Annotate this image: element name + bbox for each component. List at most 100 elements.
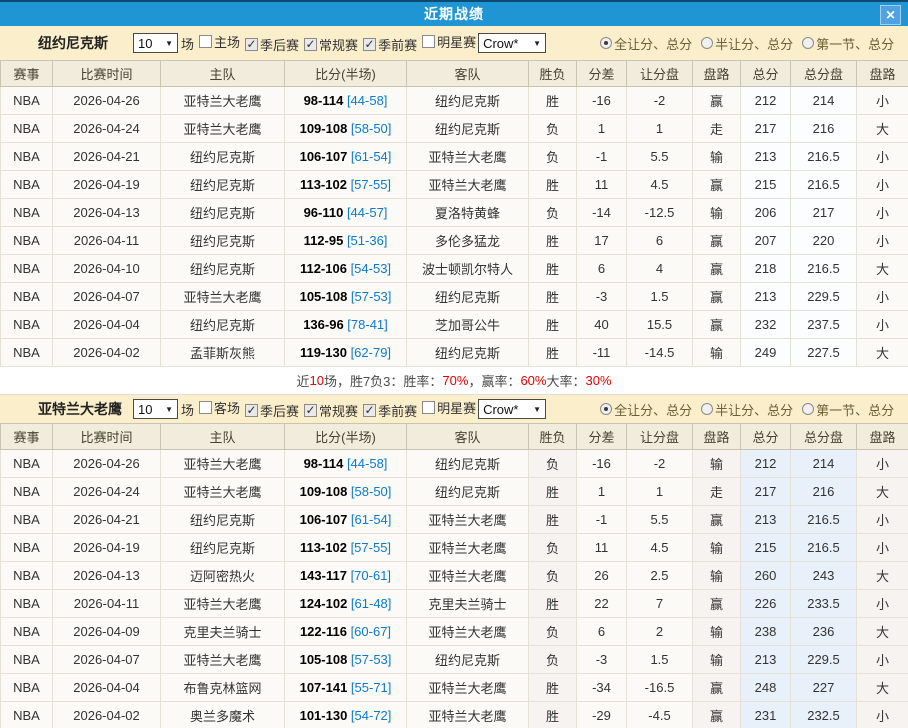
bookmaker-select[interactable]: Crow* ▼ [478, 399, 546, 419]
half-score: [57-55] [347, 540, 391, 555]
games-count-select[interactable]: 10 ▼ [133, 33, 178, 53]
column-header: 赛事 [1, 424, 53, 450]
away-team: 夏洛特黄蜂 [407, 199, 529, 227]
full-score: 98-114 [304, 93, 344, 108]
radio-label: 全让分、总分 [614, 34, 692, 53]
game-row: NBA2026-04-10纽约尼克斯112-106 [54-53]波士顿凯尔特人… [1, 255, 908, 283]
total-line: 216 [791, 115, 857, 143]
half-score: [44-57] [343, 205, 387, 220]
handicap-result: 赢 [693, 227, 741, 255]
over-under: 小 [857, 87, 908, 115]
point-diff: 22 [577, 590, 627, 618]
radio-button[interactable] [600, 403, 612, 415]
filter-checkbox[interactable]: ✓ [304, 38, 317, 51]
close-button[interactable]: × [880, 5, 901, 25]
column-header: 比赛时间 [53, 424, 161, 450]
radio-button[interactable] [701, 37, 713, 49]
radio-button[interactable] [600, 37, 612, 49]
handicap-result: 赢 [693, 590, 741, 618]
match-date: 2026-04-02 [53, 702, 161, 728]
radio-button[interactable] [701, 403, 713, 415]
away-team: 亚特兰大老鹰 [407, 171, 529, 199]
home-team: 纽约尼克斯 [161, 199, 285, 227]
handicap-line: -16.5 [627, 674, 693, 702]
game-row: NBA2026-04-24亚特兰大老鹰109-108 [58-50]纽约尼克斯胜… [1, 478, 908, 506]
radio-button[interactable] [802, 403, 814, 415]
match-date: 2026-04-10 [53, 255, 161, 283]
win-loss: 负 [529, 534, 577, 562]
table-header-row: 赛事比赛时间主队比分(半场)客队胜负分差让分盘盘路总分总分盘盘路 [1, 61, 908, 87]
filter-checkbox[interactable]: ✓ [245, 38, 258, 51]
away-team: 纽约尼克斯 [407, 283, 529, 311]
half-score: [57-55] [347, 177, 391, 192]
home-team: 纽约尼克斯 [161, 534, 285, 562]
filter-bar: 亚特兰大老鹰 10 ▼ 场 客场✓季后赛✓常规赛✓季前赛明星赛 Crow* ▼ … [0, 395, 908, 423]
filter-checkbox[interactable]: ✓ [363, 38, 376, 51]
filter-checkbox[interactable]: ✓ [304, 404, 317, 417]
point-diff: 26 [577, 562, 627, 590]
total-points: 212 [741, 450, 791, 478]
summary-segment: ，赢率： [468, 371, 520, 390]
match-score: 98-114 [44-58] [285, 450, 407, 478]
handicap-result: 输 [693, 143, 741, 171]
match-date: 2026-04-26 [53, 87, 161, 115]
home-team: 亚特兰大老鹰 [161, 115, 285, 143]
summary-segment: 10 [309, 373, 323, 388]
filter-checkbox[interactable] [199, 401, 212, 414]
match-league: NBA [1, 646, 53, 674]
point-diff: 6 [577, 255, 627, 283]
filter-checkbox[interactable] [199, 35, 212, 48]
match-score: 112-95 [51-36] [285, 227, 407, 255]
total-points: 213 [741, 506, 791, 534]
full-score: 122-116 [300, 624, 347, 639]
handicap-line: 1 [627, 115, 693, 143]
filter-checkbox[interactable] [422, 35, 435, 48]
win-loss: 负 [529, 450, 577, 478]
away-team: 波士顿凯尔特人 [407, 255, 529, 283]
games-count-select[interactable]: 10 ▼ [133, 399, 178, 419]
full-score: 101-130 [300, 708, 348, 723]
radio-label: 全让分、总分 [614, 400, 692, 419]
full-score: 105-108 [300, 652, 348, 667]
filter-checkbox-item: 明星赛 [422, 398, 476, 417]
game-row: NBA2026-04-19纽约尼克斯113-102 [57-55]亚特兰大老鹰胜… [1, 171, 908, 199]
filter-checkbox[interactable] [422, 401, 435, 414]
over-under: 小 [857, 534, 908, 562]
full-score: 109-108 [300, 484, 348, 499]
full-score: 106-107 [300, 149, 348, 164]
handicap-result: 赢 [693, 87, 741, 115]
match-league: NBA [1, 227, 53, 255]
over-under: 大 [857, 478, 908, 506]
handicap-result: 赢 [693, 506, 741, 534]
handicap-result: 输 [693, 534, 741, 562]
column-header: 总分盘 [791, 424, 857, 450]
point-diff: -3 [577, 283, 627, 311]
over-under: 小 [857, 283, 908, 311]
half-score: [58-50] [347, 484, 391, 499]
handicap-result: 走 [693, 115, 741, 143]
home-team: 纽约尼克斯 [161, 506, 285, 534]
filter-checkbox[interactable]: ✓ [363, 404, 376, 417]
handicap-line: 1.5 [627, 283, 693, 311]
filter-checkbox-label: 客场 [214, 398, 240, 417]
home-team: 亚特兰大老鹰 [161, 450, 285, 478]
game-row: NBA2026-04-19纽约尼克斯113-102 [57-55]亚特兰大老鹰负… [1, 534, 908, 562]
away-team: 纽约尼克斯 [407, 115, 529, 143]
handicap-result: 赢 [693, 674, 741, 702]
bookmaker-select[interactable]: Crow* ▼ [478, 33, 546, 53]
games-count-value: 10 [138, 36, 152, 51]
win-loss: 负 [529, 646, 577, 674]
radio-button[interactable] [802, 37, 814, 49]
handicap-result: 输 [693, 562, 741, 590]
filter-checkbox-label: 明星赛 [437, 32, 476, 51]
win-loss: 胜 [529, 506, 577, 534]
away-team: 亚特兰大老鹰 [407, 506, 529, 534]
total-line: 220 [791, 227, 857, 255]
game-row: NBA2026-04-07亚特兰大老鹰105-108 [57-53]纽约尼克斯胜… [1, 283, 908, 311]
filter-checkbox[interactable]: ✓ [245, 404, 258, 417]
over-under: 小 [857, 450, 908, 478]
total-line: 232.5 [791, 702, 857, 728]
win-loss: 负 [529, 562, 577, 590]
game-row: NBA2026-04-09克里夫兰骑士122-116 [60-67]亚特兰大老鹰… [1, 618, 908, 646]
filter-checkbox-label: 明星赛 [437, 398, 476, 417]
